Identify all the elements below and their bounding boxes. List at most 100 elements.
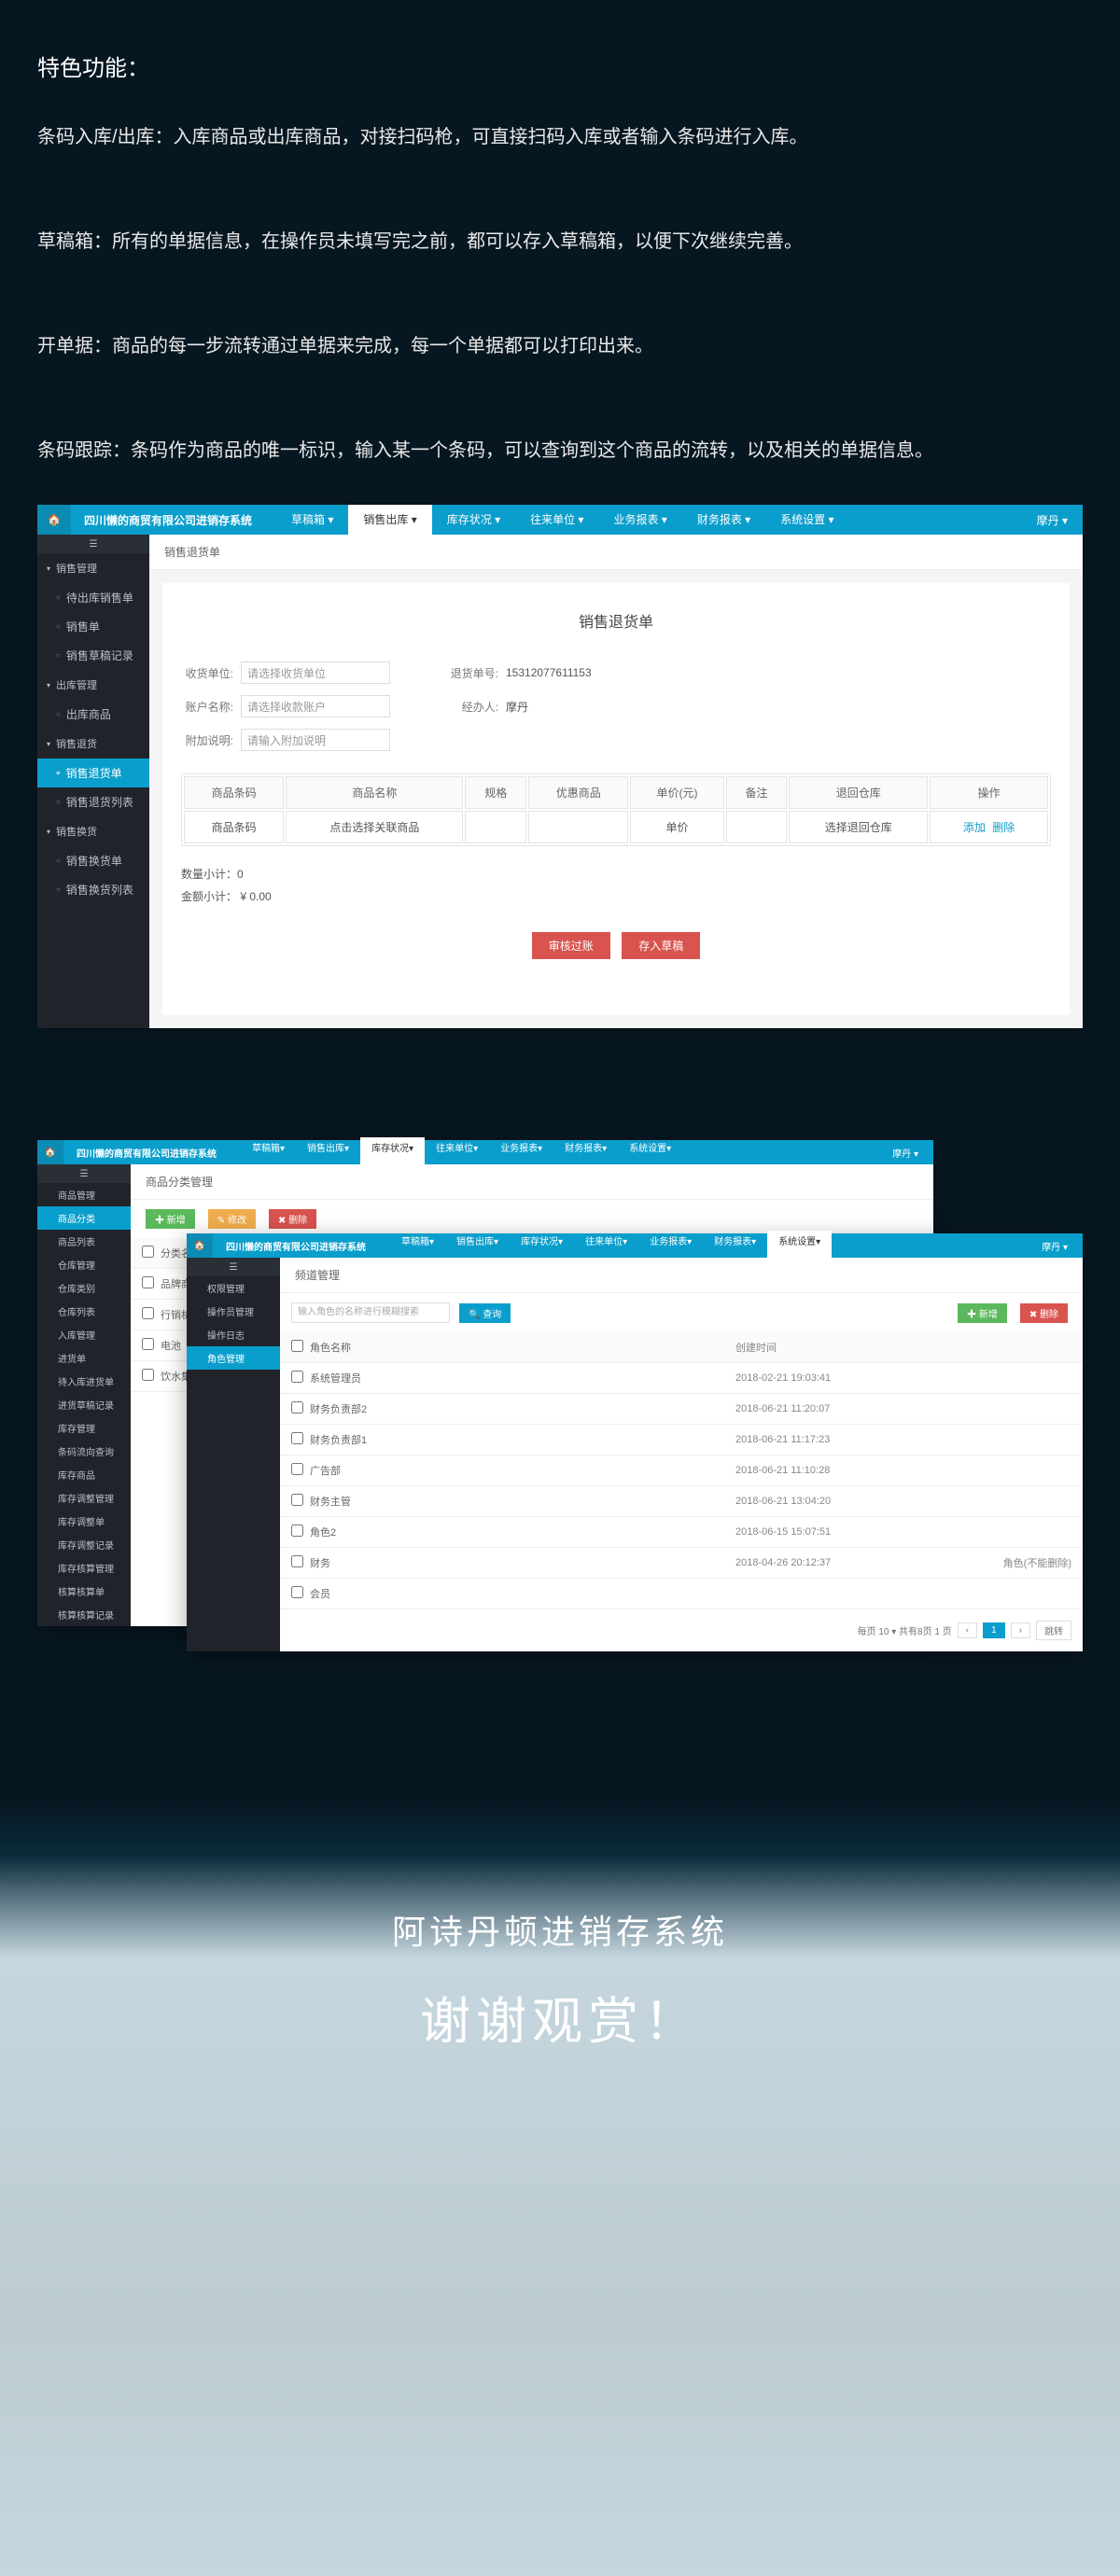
row-checkbox[interactable] xyxy=(291,1463,303,1475)
sidebar-item[interactable]: 操作员管理 xyxy=(187,1300,280,1323)
nav-tab[interactable]: 财务报表 ▾ xyxy=(682,505,765,535)
row-checkbox[interactable] xyxy=(142,1369,154,1381)
sidebar-item[interactable]: 权限管理 xyxy=(187,1276,280,1300)
sidebar-item[interactable]: 进货单 xyxy=(37,1346,131,1370)
nav-tab[interactable]: 系统设置▾ xyxy=(618,1137,682,1167)
submit-button[interactable]: 审核过账 xyxy=(532,932,610,959)
nav-tab[interactable]: 草稿箱▾ xyxy=(390,1231,445,1260)
del-button[interactable]: ✖ 删除 xyxy=(269,1209,316,1229)
nav-tab[interactable]: 库存状况▾ xyxy=(510,1231,574,1260)
table-row[interactable]: 广告部2018-06-21 11:10:28 xyxy=(280,1455,1083,1486)
nav-tab[interactable]: 销售出库▾ xyxy=(445,1231,510,1260)
sidebar-group[interactable]: 出库管理 xyxy=(37,670,149,700)
sidebar-item[interactable]: 销售单 xyxy=(37,612,149,641)
row-checkbox[interactable] xyxy=(291,1432,303,1444)
sidebar-group[interactable]: 销售退货 xyxy=(37,729,149,759)
home-icon[interactable]: 🏠 xyxy=(37,1140,63,1164)
row-checkbox[interactable] xyxy=(291,1494,303,1506)
sidebar-item[interactable]: 条码流向查询 xyxy=(37,1440,131,1463)
user-menu[interactable]: 摩丹 ▾ xyxy=(1027,1239,1083,1253)
sidebar-item[interactable]: 角色管理 xyxy=(187,1346,280,1370)
sidebar-item[interactable]: 核算核算单 xyxy=(37,1580,131,1603)
table-row[interactable]: 财务负责部12018-06-21 11:17:23 xyxy=(280,1425,1083,1455)
row-checkbox[interactable] xyxy=(142,1276,154,1288)
user-menu[interactable]: 摩丹 ▾ xyxy=(1022,512,1083,528)
sidebar-item[interactable]: 销售退货列表 xyxy=(37,787,149,816)
sidebar-item[interactable]: 库存核算管理 xyxy=(37,1556,131,1580)
sidebar-item[interactable]: 库存调整单 xyxy=(37,1510,131,1533)
sidebar-item[interactable]: 销售换货列表 xyxy=(37,875,149,904)
home-icon[interactable]: 🏠 xyxy=(37,505,71,535)
table-row[interactable]: 财务主管2018-06-21 13:04:20 xyxy=(280,1486,1083,1517)
note-input[interactable]: 请输入附加说明 xyxy=(241,729,390,751)
cell-price[interactable]: 单价 xyxy=(630,811,723,843)
sidebar-item[interactable]: 库存商品 xyxy=(37,1463,131,1486)
nav-tab[interactable]: 销售出库▾ xyxy=(296,1137,360,1167)
row-checkbox[interactable] xyxy=(291,1555,303,1567)
sidebar-group[interactable]: 销售管理 xyxy=(37,553,149,583)
sidebar-item[interactable]: 待出库销售单 xyxy=(37,583,149,612)
row-checkbox[interactable] xyxy=(142,1307,154,1319)
nav-tab[interactable]: 财务报表▾ xyxy=(553,1137,618,1167)
pager-prev[interactable]: ‹ xyxy=(958,1622,977,1638)
sidebar-item[interactable]: 销售换货单 xyxy=(37,846,149,875)
sidebar-item[interactable]: 入库管理 xyxy=(37,1323,131,1346)
nav-tab[interactable]: 草稿箱 ▾ xyxy=(276,505,348,535)
cell-warehouse-select[interactable]: 选择退回仓库 xyxy=(789,811,928,843)
sidebar-item[interactable]: 库存调整记录 xyxy=(37,1533,131,1556)
nav-tab[interactable]: 业务报表 ▾ xyxy=(598,505,681,535)
row-checkbox[interactable] xyxy=(291,1401,303,1413)
sidebar-item[interactable]: 出库商品 xyxy=(37,700,149,729)
nav-tab[interactable]: 系统设置 ▾ xyxy=(765,505,848,535)
row-checkbox[interactable] xyxy=(291,1586,303,1598)
nav-tab[interactable]: 财务报表▾ xyxy=(703,1231,767,1260)
pager-page[interactable]: 1 xyxy=(983,1622,1005,1638)
pager-go[interactable]: 跳转 xyxy=(1036,1621,1071,1640)
nav-tab[interactable]: 往来单位▾ xyxy=(425,1137,489,1167)
cell-product-select[interactable]: 点击选择关联商品 xyxy=(286,811,463,843)
sidebar-item[interactable]: 进货草稿记录 xyxy=(37,1393,131,1416)
sidebar-collapse[interactable]: ☰ xyxy=(37,535,149,553)
search-button[interactable]: 🔍 查询 xyxy=(459,1303,511,1323)
home-icon[interactable]: 🏠 xyxy=(187,1233,213,1258)
account-select[interactable]: 请选择收款账户 xyxy=(241,695,390,717)
sidebar-item[interactable]: 商品分类 xyxy=(37,1206,131,1230)
receiver-select[interactable]: 请选择收货单位 xyxy=(241,661,390,684)
nav-tab[interactable]: 业务报表▾ xyxy=(489,1137,553,1167)
sidebar-item[interactable]: 商品管理 xyxy=(37,1183,131,1206)
sidebar-item[interactable]: 仓库管理 xyxy=(37,1253,131,1276)
row-checkbox[interactable] xyxy=(291,1525,303,1537)
table-row[interactable]: 财务2018-04-26 20:12:37角色(不能删除) xyxy=(280,1548,1083,1579)
add-button[interactable]: ✚ 新增 xyxy=(146,1209,195,1229)
cell-barcode[interactable]: 商品条码 xyxy=(184,811,284,843)
nav-tab[interactable]: 草稿箱▾ xyxy=(241,1137,296,1167)
table-row[interactable]: 财务负责部22018-06-21 11:20:07 xyxy=(280,1394,1083,1425)
sidebar-group[interactable]: 销售换货 xyxy=(37,816,149,846)
table-row[interactable]: 会员 xyxy=(280,1579,1083,1609)
row-add-link[interactable]: 添加 xyxy=(963,821,986,834)
search-input[interactable]: 输入角色的名称进行模糊搜索 xyxy=(291,1302,450,1323)
row-checkbox[interactable] xyxy=(291,1371,303,1383)
sidebar-item[interactable]: 操作日志 xyxy=(187,1323,280,1346)
pager-next[interactable]: › xyxy=(1011,1622,1030,1638)
sidebar-item[interactable]: 销售草稿记录 xyxy=(37,641,149,670)
row-checkbox[interactable] xyxy=(142,1338,154,1350)
table-row[interactable]: 角色22018-06-15 15:07:51 xyxy=(280,1517,1083,1548)
nav-tab[interactable]: 库存状况 ▾ xyxy=(432,505,515,535)
row-del-link[interactable]: 删除 xyxy=(992,821,1015,834)
nav-tab[interactable]: 往来单位▾ xyxy=(574,1231,638,1260)
user-menu[interactable]: 摩丹 ▾ xyxy=(877,1146,933,1160)
nav-tab-active[interactable]: 销售出库 ▾ xyxy=(348,505,431,535)
checkbox-all[interactable] xyxy=(142,1246,154,1258)
sidebar-item[interactable]: 库存调整管理 xyxy=(37,1486,131,1510)
edit-button[interactable]: ✎ 修改 xyxy=(208,1209,256,1229)
sidebar-item[interactable]: 核算核算记录 xyxy=(37,1603,131,1626)
sidebar-item[interactable]: 库存管理 xyxy=(37,1416,131,1440)
sidebar-item-active[interactable]: 销售退货单 xyxy=(37,759,149,787)
sidebar-item[interactable]: 商品列表 xyxy=(37,1230,131,1253)
checkbox-all[interactable] xyxy=(291,1340,303,1352)
del-button[interactable]: ✖ 删除 xyxy=(1020,1303,1068,1323)
nav-tab[interactable]: 往来单位 ▾ xyxy=(515,505,598,535)
add-button[interactable]: ✚ 新增 xyxy=(958,1303,1007,1323)
sidebar-item[interactable]: 仓库类别 xyxy=(37,1276,131,1300)
